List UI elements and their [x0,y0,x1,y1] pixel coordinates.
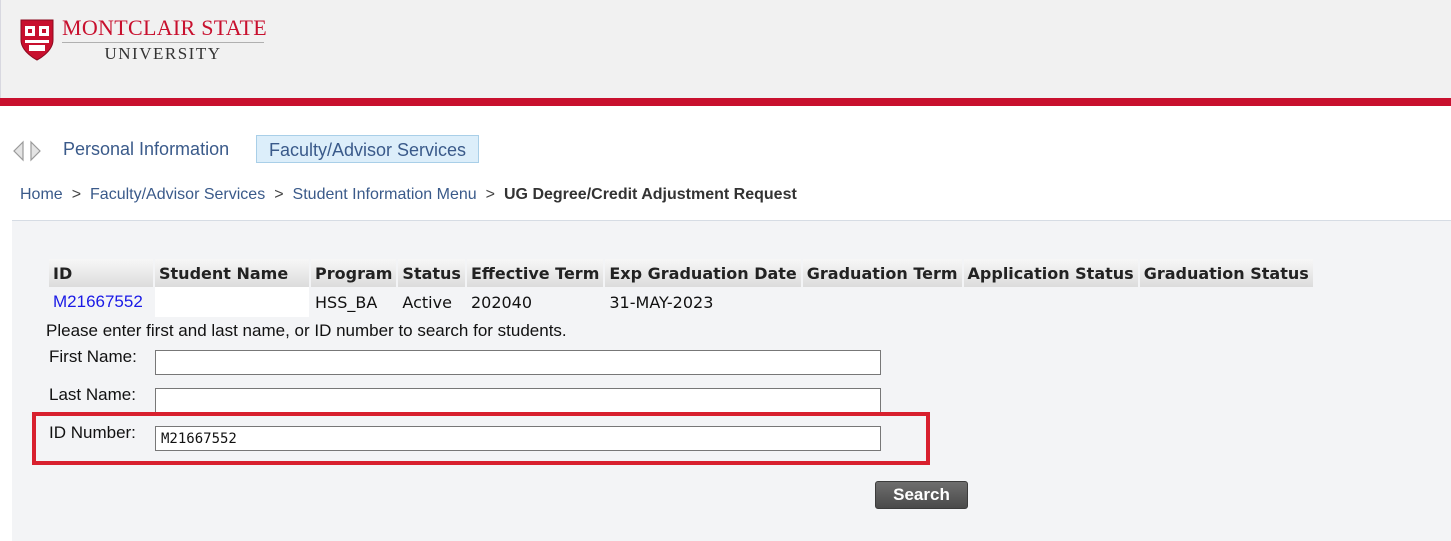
table-row: M21667552 HSS_BA Active 202040 31-MAY-20… [49,287,1313,317]
column-header-id: ID [49,259,153,287]
cell-effective-term: 202040 [470,292,533,312]
page-header: MONTCLAIR STATE UNIVERSITY [0,0,1451,98]
column-header-status: Status [398,259,465,287]
header-accent-bar [0,98,1451,106]
last-name-input[interactable] [155,388,881,413]
column-header-graduation-status: Graduation Status [1139,259,1313,287]
university-name: MONTCLAIR STATE [62,15,268,40]
back-forward-arrows-icon[interactable] [11,140,45,162]
cell-application-status [964,287,1138,317]
breadcrumb-separator: > [71,186,82,203]
logo-divider [62,42,264,43]
main-content: ID Student Name Program Status Effective… [12,220,1451,541]
cell-graduation-term [803,287,962,317]
breadcrumb-current-page: UG Degree/Credit Adjustment Request [504,186,797,203]
cell-exp-graduation-date: 31-MAY-2023 [609,292,714,312]
first-name-input[interactable] [155,350,881,375]
tab-faculty-advisor-services[interactable]: Faculty/Advisor Services [256,135,480,163]
column-header-application-status: Application Status [963,259,1138,287]
search-button[interactable]: Search [875,481,968,509]
column-header-student-name: Student Name [155,259,309,287]
search-instruction: Please enter first and last name, or ID … [46,321,567,340]
first-name-label: First Name: [49,347,137,366]
breadcrumb-separator: > [485,186,495,203]
id-number-label: ID Number: [49,423,136,442]
id-number-input[interactable] [155,426,881,451]
breadcrumb-faculty-advisor-services[interactable]: Faculty/Advisor Services [90,186,265,203]
cell-graduation-status [1140,287,1313,317]
column-header-graduation-term: Graduation Term [802,259,962,287]
table-header-row: ID Student Name Program Status Effective… [49,259,1313,287]
breadcrumb-separator: > [274,186,284,203]
column-header-effective-term: Effective Term [466,259,604,287]
breadcrumb: Home > Faculty/Advisor Services > Student In… [20,186,797,204]
cell-status: Active [402,292,452,312]
breadcrumb-student-information-menu[interactable]: Student Information Menu [293,186,477,203]
university-subtitle: UNIVERSITY [104,44,222,63]
cell-id: M21667552 [49,287,153,317]
breadcrumb-home[interactable]: Home [20,186,63,203]
university-crest-icon [20,19,54,61]
cell-student-name [155,287,309,317]
last-name-label: Last Name: [49,385,136,404]
student-id-link[interactable]: M21667552 [53,292,143,311]
student-results-table: ID Student Name Program Status Effective… [47,259,1315,317]
cell-program: HSS_BA [315,292,378,312]
column-header-exp-graduation-date: Exp Graduation Date [605,259,801,287]
column-header-program: Program [311,259,397,287]
tab-personal-information[interactable]: Personal Information [51,135,241,163]
